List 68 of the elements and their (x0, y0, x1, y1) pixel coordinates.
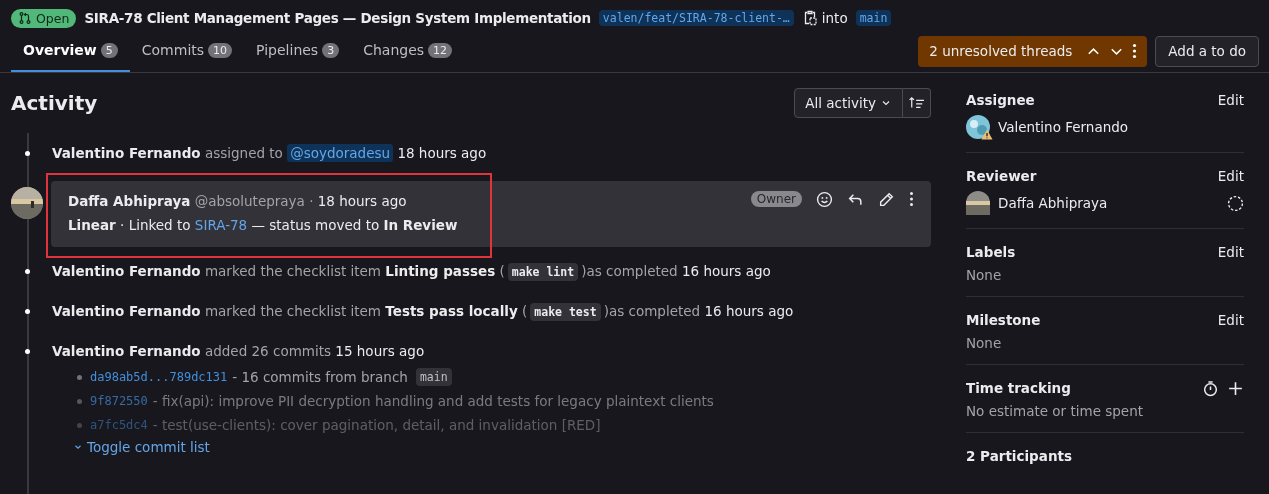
section-value: None (966, 335, 1003, 351)
timeline-dot (25, 150, 30, 156)
more-icon[interactable] (909, 191, 914, 207)
section-value: None (966, 267, 1003, 283)
pencil-icon[interactable] (878, 190, 895, 208)
section-title: Time tracking (966, 380, 1071, 396)
tab[interactable]: Changes 12 (351, 30, 465, 72)
target-branch[interactable]: main (855, 10, 892, 26)
plus-icon[interactable] (1227, 379, 1244, 397)
tab[interactable]: Overview 5 (11, 30, 130, 72)
status-badge: Open (11, 8, 77, 28)
branch-name: main (415, 368, 452, 386)
count-badge: 10 (208, 42, 233, 58)
section-title: Assignee (966, 92, 1035, 108)
user-name[interactable]: Daffa Abhipraya (998, 195, 1219, 211)
sort-button[interactable] (903, 88, 931, 118)
commit-hash-link[interactable]: da98ab5d...789dc131 (90, 370, 228, 384)
edit-link[interactable]: Edit (1217, 244, 1244, 260)
timeline-dot (25, 348, 30, 354)
count-badge: 5 (100, 42, 118, 58)
user-avatar (966, 115, 990, 139)
user-name[interactable]: Valentino Fernando (998, 119, 1244, 135)
threads-label: 2 unresolved threads (929, 43, 1073, 59)
source-branch[interactable]: valen/feat/SIRA-78-client-… (598, 10, 794, 26)
edit-link[interactable]: Edit (1217, 312, 1244, 328)
inline-code: make test (530, 303, 601, 321)
section-value: No estimate or time spent (966, 403, 1144, 419)
add-todo-button[interactable]: Add a to do (1155, 35, 1259, 67)
edit-link[interactable]: Edit (1217, 168, 1244, 184)
comment-meta: Daffa Abhipraya @absolutepraya · 18 hours ago (68, 193, 407, 209)
activity-text: Valentino Fernando added 26 commits 15 hours ago (52, 343, 425, 359)
sort-icon (907, 96, 926, 110)
activity-text: Valentino Fernando assigned to @soydoradesu 18 hours ago (52, 145, 487, 161)
comment-body: Linear · Linked to SIRA-78 — status moved to In Review (68, 217, 459, 233)
edit-link[interactable]: Edit (1217, 92, 1244, 108)
activity-heading: Activity (11, 91, 98, 115)
user-mention-link[interactable]: @soydoradesu (287, 144, 394, 162)
bullet (77, 422, 82, 428)
timeline-dot (25, 268, 30, 274)
merge-request-title: SIRA-78 Client Management Pages — Design System Implementation (84, 10, 591, 26)
into-label: into (821, 10, 848, 26)
owner-badge: Owner (750, 191, 802, 207)
section-title: Labels (966, 244, 1016, 260)
commit-message: - 16 commits from branch (232, 369, 408, 385)
commit-message: - fix(api): improve PII decryption handling and add tests for legacy plaintext clients (152, 393, 714, 409)
stopwatch-icon[interactable] (1202, 379, 1219, 397)
activity-text: Valentino Fernando marked the checklist item Linting passes ( make lint )as completed 16 hours ago (52, 263, 771, 279)
count-badge: 12 (428, 42, 453, 58)
commit-message: - test(use-clients): cover pagination, detail, and invalidation [RED] (152, 417, 601, 433)
bullet (77, 398, 82, 404)
bullet (77, 374, 82, 380)
inline-code: make lint (507, 263, 579, 281)
avatar (11, 187, 43, 219)
activity-filter-dropdown[interactable]: All activity (794, 88, 903, 118)
toggle-commit-list-link[interactable]: Toggle commit list (73, 439, 210, 455)
tab[interactable]: Pipelines 3 (244, 30, 352, 72)
more-icon[interactable] (1132, 43, 1138, 59)
merge-request-icon (18, 11, 32, 25)
activity-text: Valentino Fernando marked the checklist item Tests pass locally ( make test )as completed 16 hours ago (52, 303, 794, 319)
emoji-icon[interactable] (816, 190, 833, 208)
section-title: 2 Participants (966, 448, 1072, 464)
timeline-dot (25, 308, 30, 314)
issue-link[interactable]: SIRA-78 (194, 217, 248, 233)
count-badge: 3 (322, 42, 340, 58)
tab[interactable]: Commits 10 (129, 30, 245, 72)
section-title: Reviewer (966, 168, 1037, 184)
user-avatar (966, 191, 990, 215)
section-title: Milestone (966, 312, 1041, 328)
